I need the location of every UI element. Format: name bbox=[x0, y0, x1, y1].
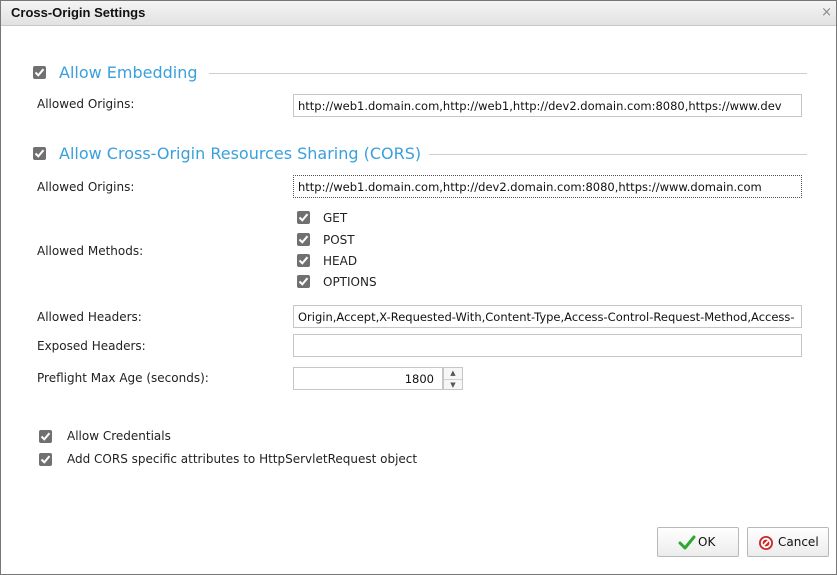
cors-allowed-origins-label: Allowed Origins: bbox=[37, 180, 135, 194]
exposed-headers-input[interactable] bbox=[293, 334, 802, 357]
section-divider bbox=[209, 73, 807, 74]
preflight-max-age-label: Preflight Max Age (seconds): bbox=[37, 371, 209, 385]
exposed-headers-label: Exposed Headers: bbox=[37, 339, 146, 353]
stepper-down-icon[interactable]: ▼ bbox=[444, 379, 462, 390]
method-get-label: GET bbox=[323, 211, 348, 225]
add-cors-attributes-checkbox[interactable] bbox=[39, 453, 52, 466]
cancel-icon bbox=[759, 536, 773, 550]
ok-button-label: OK bbox=[698, 535, 716, 549]
dialog-title: Cross-Origin Settings bbox=[11, 5, 146, 20]
embedding-allowed-origins-label: Allowed Origins: bbox=[37, 97, 135, 111]
method-post-label: POST bbox=[323, 233, 355, 247]
embedding-allowed-origins-input[interactable]: http://web1.domain.com,http://web1,http:… bbox=[293, 94, 802, 117]
allow-embedding-title: Allow Embedding bbox=[59, 63, 198, 82]
method-head-label: HEAD bbox=[323, 254, 358, 268]
method-get-checkbox[interactable] bbox=[297, 211, 310, 224]
allow-cors-checkbox[interactable] bbox=[33, 147, 46, 160]
ok-button[interactable]: OK bbox=[657, 527, 739, 557]
preflight-stepper[interactable]: ▲ ▼ bbox=[443, 367, 463, 390]
checkmark-icon bbox=[678, 535, 696, 550]
allow-embedding-checkbox[interactable] bbox=[33, 66, 46, 79]
preflight-max-age-input[interactable]: 1800 bbox=[293, 367, 443, 390]
add-cors-attributes-label: Add CORS specific attributes to HttpServ… bbox=[67, 452, 418, 466]
cross-origin-settings-dialog: Cross-Origin Settings × Allow Embedding … bbox=[0, 0, 837, 575]
title-bar: Cross-Origin Settings × bbox=[1, 1, 836, 26]
method-head-checkbox[interactable] bbox=[297, 254, 310, 267]
allow-credentials-label: Allow Credentials bbox=[67, 429, 171, 443]
method-options-checkbox[interactable] bbox=[297, 275, 310, 288]
method-options-label: OPTIONS bbox=[323, 275, 377, 289]
allowed-headers-label: Allowed Headers: bbox=[37, 310, 142, 324]
stepper-up-icon[interactable]: ▲ bbox=[444, 368, 462, 378]
cancel-button-label: Cancel bbox=[778, 535, 819, 549]
allow-cors-title: Allow Cross-Origin Resources Sharing (CO… bbox=[59, 144, 422, 163]
allow-credentials-checkbox[interactable] bbox=[39, 430, 52, 443]
cancel-button[interactable]: Cancel bbox=[747, 527, 829, 557]
allowed-headers-input[interactable]: Origin,Accept,X-Requested-With,Content-T… bbox=[293, 305, 802, 328]
close-icon[interactable]: × bbox=[821, 6, 832, 19]
section-divider bbox=[429, 154, 807, 155]
allowed-methods-label: Allowed Methods: bbox=[37, 244, 144, 258]
cors-allowed-origins-input[interactable]: http://web1.domain.com,http://dev2.domai… bbox=[293, 175, 802, 198]
method-post-checkbox[interactable] bbox=[297, 233, 310, 246]
